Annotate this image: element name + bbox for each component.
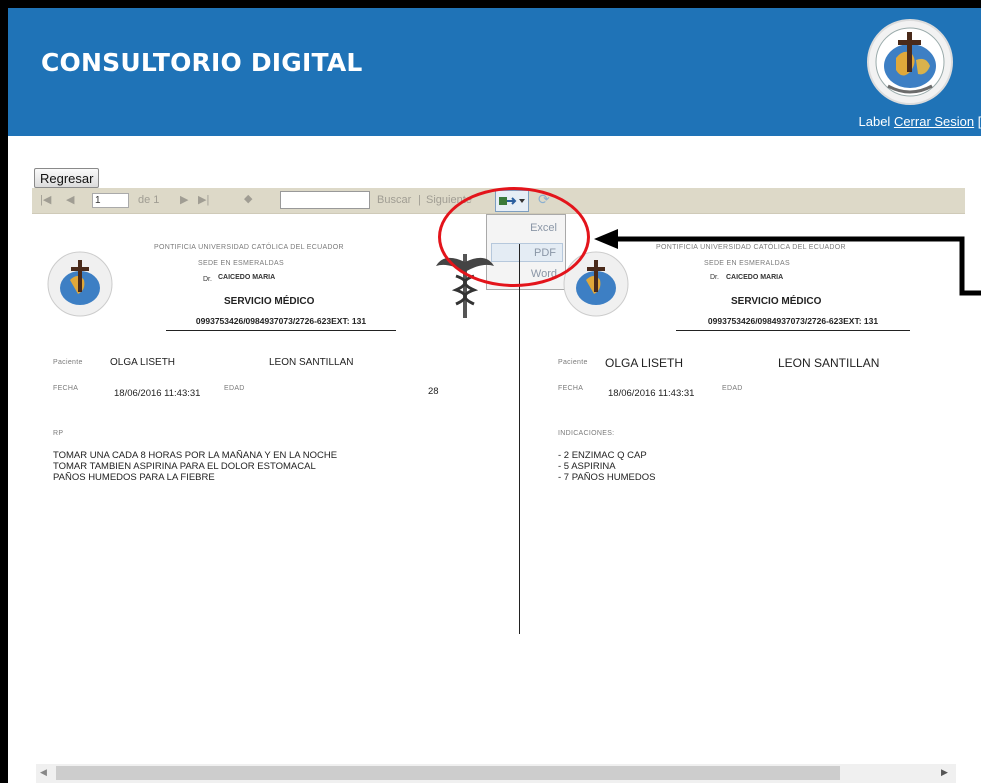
app-title: CONSULTORIO DIGITAL [41, 48, 363, 77]
service-name: SERVICIO MÉDICO [731, 296, 822, 307]
report-toolbar: |◀ ◀ de 1 ▶ ▶| ◆ Buscar | Siguiente ⟳ [32, 188, 965, 214]
back-button[interactable]: Regresar [34, 168, 100, 188]
patient-label: Paciente [558, 359, 588, 366]
app-window: CONSULTORIO DIGITAL Label Cerrar Sesion … [8, 8, 981, 783]
search-link[interactable]: Buscar [377, 194, 411, 206]
university-seal-icon [867, 19, 953, 105]
rx-line: PAÑOS HUMEDOS PARA LA FIEBRE [53, 472, 215, 483]
doctor-name: CAICEDO MARIA [218, 274, 276, 281]
page-number-input[interactable] [92, 193, 129, 208]
patient-label: Paciente [53, 359, 83, 366]
next-match-link[interactable]: Siguiente [426, 194, 472, 206]
doctor-prefix: Dr. [710, 274, 719, 281]
rx-line: TOMAR TAMBIEN ASPIRINA PARA EL DOLOR EST… [53, 461, 316, 472]
session-label: Label [858, 114, 891, 129]
service-name: SERVICIO MÉDICO [224, 296, 315, 307]
phone-numbers: 0993753426/0984937073/2726-623EXT: 131 [676, 316, 910, 331]
doctor-name: CAICEDO MARIA [726, 274, 784, 281]
logout-link[interactable]: Cerrar Sesion [894, 114, 974, 129]
university-name: PONTIFICIA UNIVERSIDAD CATÓLICA DEL ECUA… [656, 244, 846, 251]
app-header: CONSULTORIO DIGITAL Label Cerrar Sesion … [8, 8, 981, 136]
patient-last-name: LEON SANTILLAN [269, 357, 354, 368]
rx-line: TOMAR UNA CADA 8 HORAS POR LA MAÑANA Y E… [53, 450, 338, 461]
age-label: EDAD [224, 385, 245, 392]
prescription-right: PONTIFICIA UNIVERSIDAD CATÓLICA DEL ECUA… [520, 214, 940, 634]
campus-name: SEDE EN ESMERALDAS [198, 260, 284, 267]
date-value: 18/06/2016 11:43:31 [114, 388, 201, 399]
search-input[interactable] [280, 191, 370, 209]
age-value: 28 [428, 386, 439, 397]
indication-item: - 2 ENZIMAC Q CAP [558, 450, 647, 461]
caduceus-icon [436, 254, 494, 318]
patient-first-name: OLGA LISETH [110, 357, 176, 368]
patient-first-name: OLGA LISETH [605, 356, 684, 370]
export-icon [499, 197, 525, 205]
age-label: EDAD [722, 385, 743, 392]
scroll-left-icon[interactable]: ◀ [40, 767, 47, 778]
date-label: FECHA [53, 385, 79, 392]
page-count: de 1 [138, 194, 160, 206]
university-seal-icon [47, 251, 113, 317]
prev-page-icon[interactable]: ◀ [66, 193, 74, 206]
next-page-icon[interactable]: ▶ [180, 193, 188, 206]
first-page-icon[interactable]: |◀ [40, 193, 51, 206]
export-button[interactable] [495, 190, 529, 212]
scroll-thumb[interactable] [56, 766, 840, 780]
university-seal-icon [563, 251, 629, 317]
university-name: PONTIFICIA UNIVERSIDAD CATÓLICA DEL ECUA… [154, 244, 344, 251]
indication-item: - 5 ASPIRINA [558, 461, 616, 472]
patient-last-name: LEON SANTILLAN [778, 356, 880, 370]
campus-name: SEDE EN ESMERALDAS [704, 260, 790, 267]
doctor-prefix: Dr. [203, 276, 212, 283]
date-value: 18/06/2016 11:43:31 [608, 388, 695, 399]
date-label: FECHA [558, 385, 584, 392]
refresh-icon[interactable]: ⟳ [538, 191, 550, 208]
phone-numbers: 0993753426/0984937073/2726-623EXT: 131 [166, 316, 396, 331]
scroll-right-icon[interactable]: ▶ [941, 767, 948, 778]
back-to-parent-icon[interactable]: ◆ [244, 192, 252, 205]
indication-item: - 7 PAÑOS HUMEDOS [558, 472, 656, 483]
rx-label: RP [53, 430, 64, 437]
toolbar-separator: | [418, 194, 421, 206]
prescription-left: PONTIFICIA UNIVERSIDAD CATÓLICA DEL ECUA… [32, 214, 520, 634]
indications-label: INDICACIONES: [558, 430, 615, 437]
last-page-icon[interactable]: ▶| [198, 193, 209, 206]
session-bar: Label Cerrar Sesion [] [859, 114, 981, 129]
horizontal-scrollbar[interactable]: ◀ ▶ [36, 764, 956, 783]
